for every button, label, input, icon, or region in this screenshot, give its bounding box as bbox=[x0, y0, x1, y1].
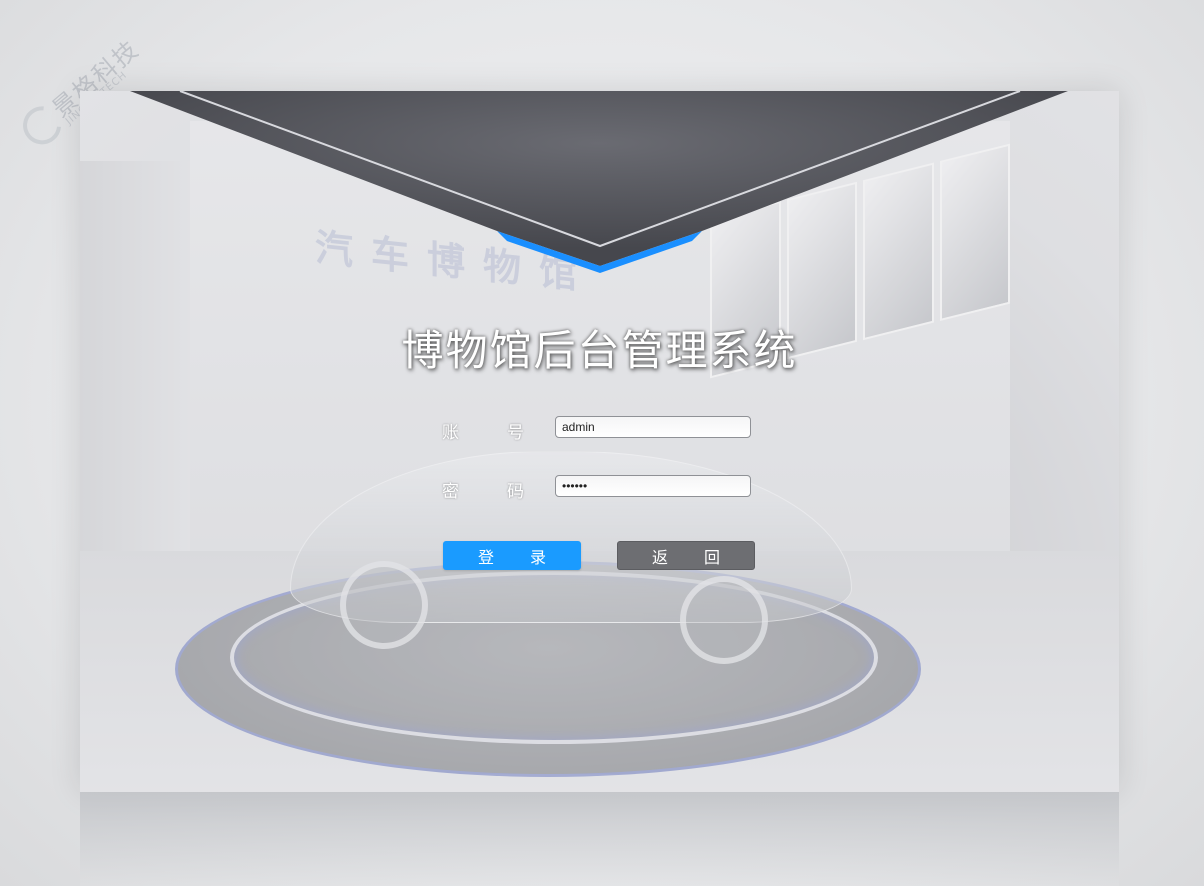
top-chevron-banner bbox=[130, 91, 1068, 273]
login-button-char: 录 bbox=[530, 547, 547, 567]
account-row: 账 号 bbox=[442, 416, 842, 443]
password-input[interactable] bbox=[555, 475, 751, 497]
account-input[interactable] bbox=[555, 416, 751, 438]
account-label: 账 号 bbox=[442, 418, 524, 443]
back-button-char: 返 bbox=[651, 547, 668, 567]
password-label-char: 密 bbox=[442, 482, 459, 502]
page-title: 博物馆后台管理系统 bbox=[401, 326, 798, 375]
password-row: 密 码 bbox=[442, 475, 842, 502]
back-button-char: 回 bbox=[704, 547, 721, 567]
login-button-char: 登 bbox=[477, 547, 494, 567]
window-reflection bbox=[80, 792, 1119, 886]
login-window: 汽车博物馆 博物馆后台管理系统 账 号 密 码 bbox=[80, 91, 1119, 792]
login-button[interactable]: 登 录 bbox=[443, 541, 581, 570]
password-label: 密 码 bbox=[442, 477, 524, 502]
back-button[interactable]: 返 回 bbox=[617, 541, 755, 570]
password-label-char: 码 bbox=[507, 482, 524, 502]
account-label-char: 号 bbox=[507, 423, 524, 443]
account-label-char: 账 bbox=[442, 423, 459, 443]
